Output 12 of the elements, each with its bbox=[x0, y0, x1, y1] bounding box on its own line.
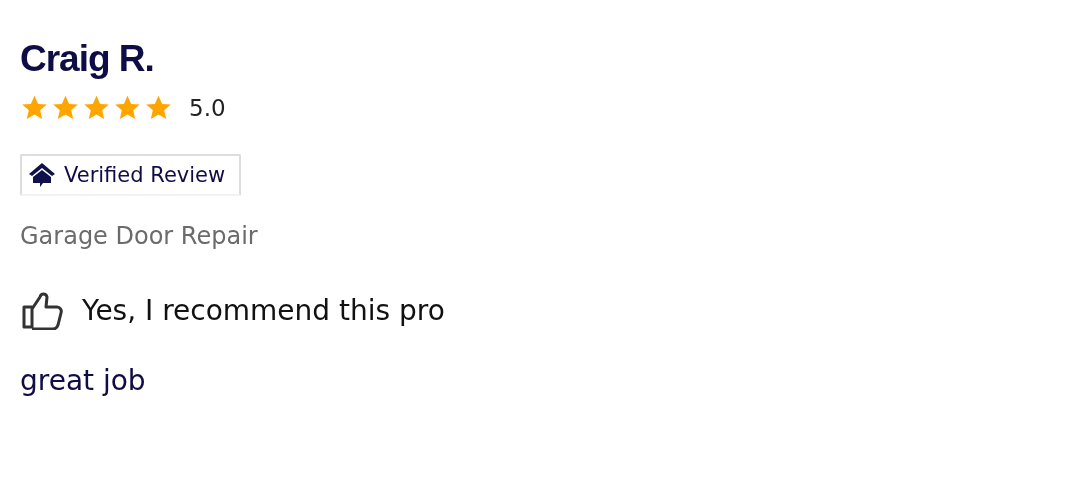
star-icon bbox=[144, 94, 173, 122]
review-comment: great job bbox=[20, 364, 146, 397]
star-icon bbox=[20, 94, 49, 122]
star-icon bbox=[82, 94, 111, 122]
house-icon bbox=[28, 162, 56, 188]
reviewer-name: Craig R. bbox=[20, 37, 154, 81]
star-icon bbox=[51, 94, 80, 122]
recommendation-text: Yes, I recommend this pro bbox=[82, 293, 445, 327]
star-icon bbox=[113, 94, 142, 122]
service-name: Garage Door Repair bbox=[20, 222, 258, 250]
rating-value: 5.0 bbox=[189, 95, 226, 121]
badge-label: Verified Review bbox=[64, 163, 226, 187]
